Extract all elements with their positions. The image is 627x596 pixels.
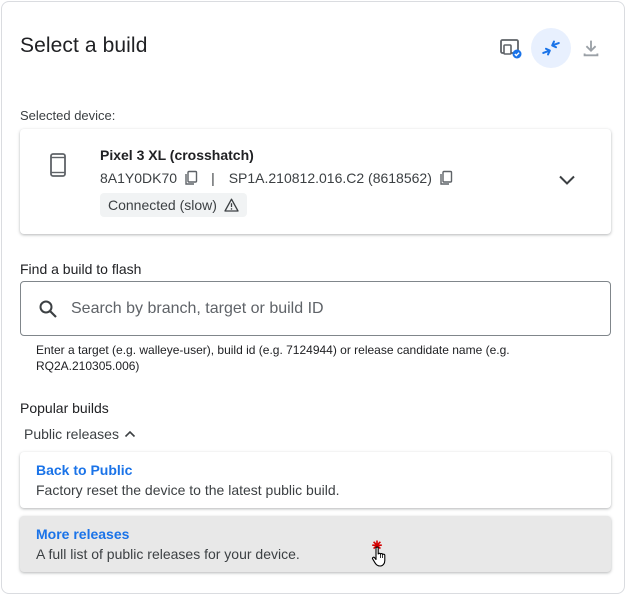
search-box[interactable] (20, 281, 611, 336)
download-icon (583, 40, 599, 57)
release-title: More releases (36, 526, 130, 542)
device-name: Pixel 3 XL (crosshatch) (100, 147, 254, 163)
connect-button[interactable] (531, 28, 571, 68)
device-settings-button[interactable] (491, 28, 531, 68)
device-build: SP1A.210812.016.C2 (8618562) (228, 170, 432, 186)
device-details: 8A1Y0DK70 | SP1A.210812.016.C2 (8618562) (100, 170, 454, 186)
download-button[interactable] (571, 28, 611, 68)
status-badge: Connected (slow) (100, 193, 247, 217)
popular-builds-label: Popular builds (20, 400, 109, 416)
device-card[interactable]: Pixel 3 XL (crosshatch) 8A1Y0DK70 | SP1A… (20, 129, 611, 234)
device-settings-icon (500, 39, 522, 59)
pointer-cursor-icon (370, 540, 392, 573)
page-title: Select a build (20, 34, 148, 57)
release-card-more-releases[interactable]: More releases A full list of public rele… (20, 516, 611, 572)
public-releases-toggle[interactable]: Public releases (24, 426, 136, 442)
selected-device-label: Selected device: (20, 108, 116, 123)
release-description: A full list of public releases for your … (36, 546, 300, 562)
phone-icon (50, 153, 66, 182)
find-build-label: Find a build to flash (20, 261, 142, 277)
search-input[interactable] (71, 294, 591, 324)
compress-arrows-icon (542, 40, 560, 56)
copy-serial-icon[interactable] (183, 170, 199, 186)
device-serial: 8A1Y0DK70 (100, 170, 178, 186)
public-releases-label: Public releases (24, 426, 119, 442)
release-description: Factory reset the device to the latest p… (36, 482, 340, 498)
expand-device-button[interactable] (554, 167, 580, 193)
copy-build-icon[interactable] (438, 170, 454, 186)
select-build-panel: Select a build Selected device: Pixel 3 … (1, 1, 625, 594)
release-card-back-to-public[interactable]: Back to Public Factory reset the device … (20, 452, 611, 508)
status-text: Connected (slow) (108, 197, 217, 213)
details-separator: | (211, 170, 215, 186)
chevron-up-icon (124, 430, 136, 438)
chevron-down-icon (559, 175, 575, 185)
warning-icon (224, 198, 239, 212)
search-hint: Enter a target (e.g. walleye-user), buil… (36, 343, 510, 373)
release-title: Back to Public (36, 462, 133, 478)
search-icon (39, 300, 57, 323)
